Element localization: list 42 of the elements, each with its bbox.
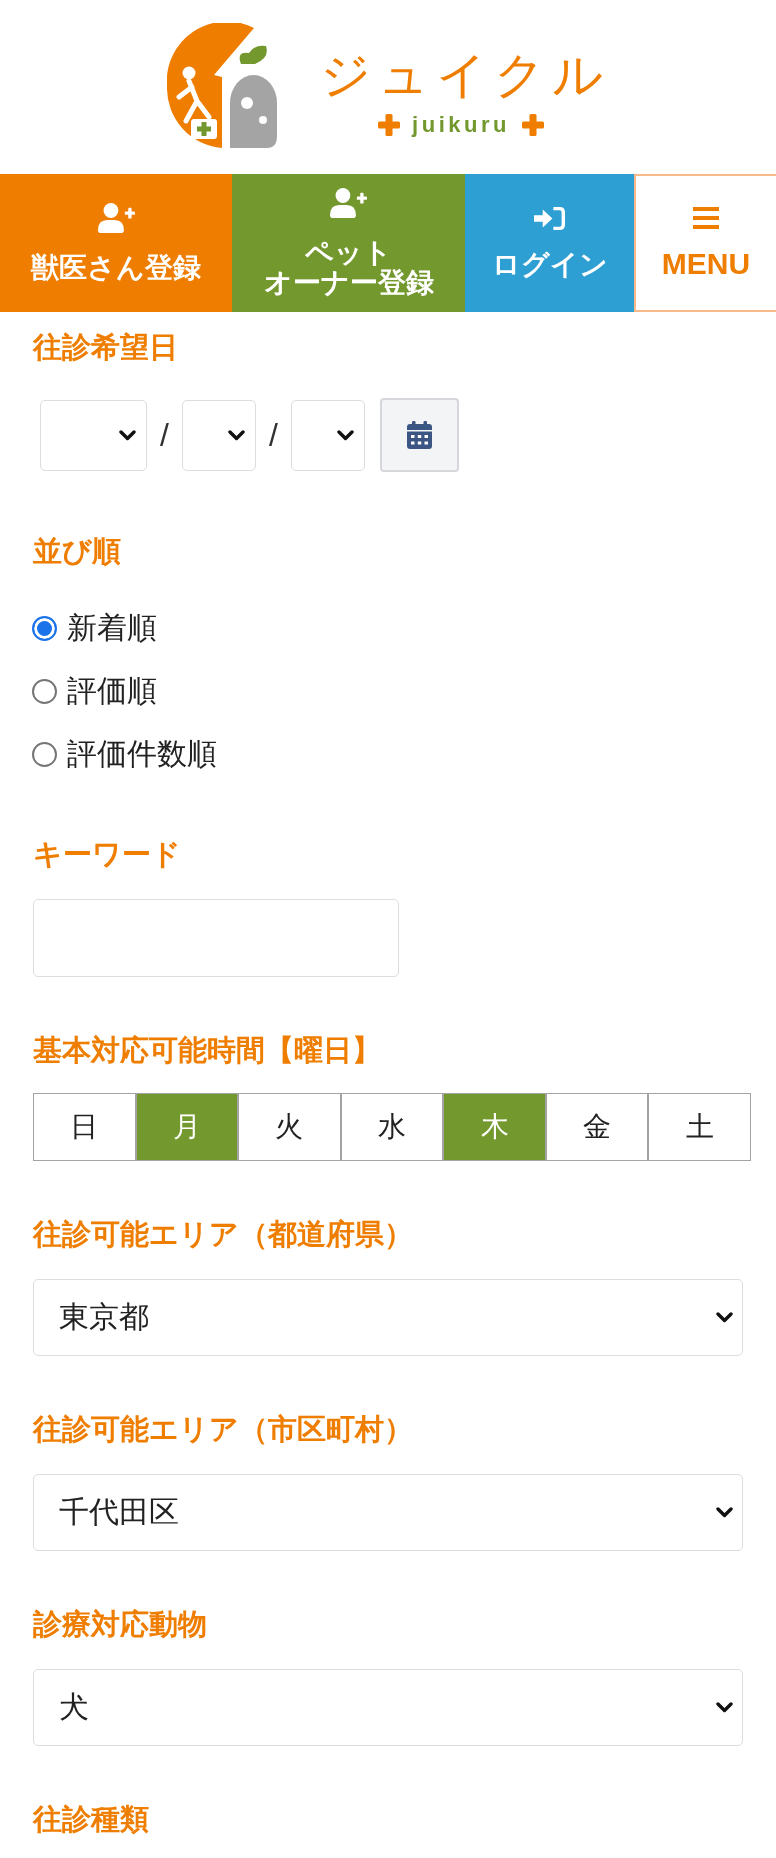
radio-button[interactable] bbox=[32, 741, 57, 767]
radio-label[interactable]: 評価件数順 bbox=[67, 732, 217, 776]
weekday-toggle[interactable]: 火 bbox=[238, 1093, 341, 1161]
user-plus-icon bbox=[330, 188, 367, 218]
section-heading: 並び順 bbox=[33, 534, 122, 569]
chevron-down-icon bbox=[119, 429, 136, 441]
section-heading: 往診希望日 bbox=[33, 330, 179, 365]
sign-in-icon bbox=[534, 206, 565, 230]
dropdown-select[interactable]: 千代田区 bbox=[33, 1474, 743, 1551]
logo-wordmark: ジュイクル bbox=[318, 46, 610, 105]
logo-tagline: juikuru bbox=[412, 112, 510, 138]
plus-icon bbox=[378, 114, 401, 136]
weekday-toggle[interactable]: 土 bbox=[648, 1093, 751, 1161]
radio-label[interactable]: 新着順 bbox=[67, 606, 157, 650]
weekday-toggle[interactable]: 金 bbox=[545, 1093, 649, 1161]
section-heading: 往診可能エリア（都道府県） bbox=[33, 1217, 414, 1252]
radio-button[interactable] bbox=[32, 615, 57, 641]
chevron-down-icon bbox=[716, 1312, 733, 1323]
menu-icon bbox=[693, 207, 719, 229]
radio-button[interactable] bbox=[32, 678, 57, 704]
calendar-button[interactable] bbox=[380, 398, 459, 472]
plus-icon bbox=[521, 114, 544, 136]
weekday-toggle[interactable]: 水 bbox=[340, 1093, 444, 1161]
chevron-down-icon bbox=[337, 429, 354, 441]
dropdown-select[interactable]: 東京都 bbox=[33, 1279, 743, 1356]
calendar-icon bbox=[407, 421, 432, 449]
section-heading: キーワード bbox=[33, 837, 182, 872]
date-separator: / bbox=[268, 416, 279, 455]
radio-label[interactable]: 評価順 bbox=[67, 669, 157, 713]
section-heading: 往診可能エリア（市区町村） bbox=[33, 1412, 414, 1447]
section-heading: 診療対応動物 bbox=[33, 1607, 208, 1642]
dropdown-select[interactable]: 犬 bbox=[33, 1669, 743, 1746]
weekday-toggle[interactable]: 日 bbox=[33, 1093, 136, 1161]
section-heading: 往診種類 bbox=[33, 1802, 150, 1837]
chevron-down-icon bbox=[716, 1507, 733, 1518]
date-separator: / bbox=[159, 416, 170, 455]
logo-icon bbox=[166, 23, 279, 148]
section-heading: 基本対応可能時間【曜日】 bbox=[33, 1033, 382, 1068]
chevron-down-icon bbox=[716, 1702, 733, 1713]
text-input[interactable] bbox=[33, 899, 399, 977]
chevron-down-icon bbox=[228, 429, 245, 441]
user-plus-icon bbox=[97, 203, 135, 233]
